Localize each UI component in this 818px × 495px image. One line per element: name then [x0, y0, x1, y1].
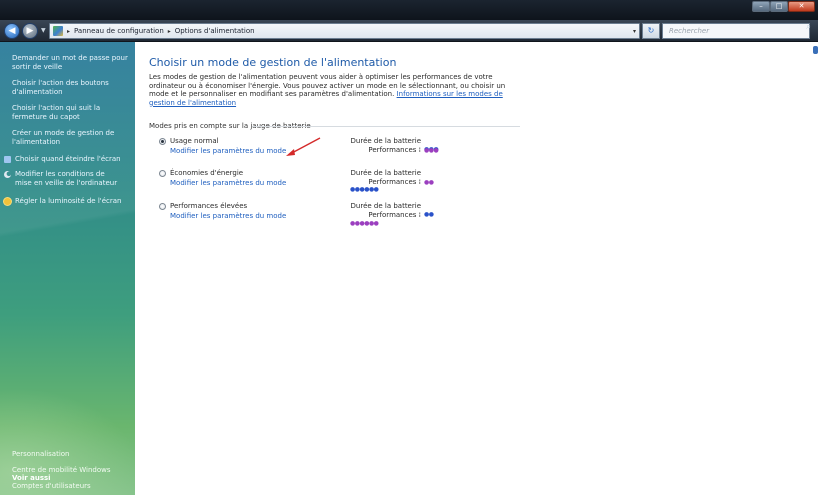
title-bar: – □ ✕ [0, 0, 818, 20]
plan-settings-link[interactable]: Modifier les paramètres du mode [170, 179, 286, 187]
minimize-icon: – [759, 2, 763, 10]
sidebar-link-label: Choisir quand éteindre l'écran [15, 155, 121, 163]
breadcrumb[interactable]: ▸ Panneau de configuration ▸ Options d'a… [49, 23, 640, 39]
back-button[interactable]: ◀ [4, 23, 20, 39]
sidebar-link-brightness[interactable]: Régler la luminosité de l'écran [4, 197, 122, 206]
annotation-arrow-icon [286, 137, 321, 156]
performance-dots: ●● [424, 179, 434, 186]
task-sidebar: Demander un mot de passe pour sortir de … [0, 42, 135, 495]
sidebar-link-power-buttons[interactable]: Choisir l'action des boutons d'alimentat… [12, 79, 130, 96]
see-also-link-personalization[interactable]: Personnalisation [12, 450, 69, 458]
search-input[interactable]: Rechercher [662, 23, 810, 39]
sidebar-link-lid-close[interactable]: Choisir l'action qui suit la fermeture d… [12, 104, 130, 121]
maximize-icon: □ [775, 2, 783, 10]
battery-dots: ●●●●●● [350, 186, 379, 193]
page-title: Choisir un mode de gestion de l'alimenta… [149, 56, 397, 69]
plan-high-performance: Performances élevées Modifier les paramè… [159, 202, 519, 230]
performance-label: Performances : [368, 146, 421, 154]
help-icon[interactable] [813, 46, 818, 54]
sidebar-link-password-on-wake[interactable]: Demander un mot de passe pour sortir de … [12, 54, 130, 71]
forward-button[interactable]: ▶ [22, 23, 38, 39]
sun-icon [4, 198, 11, 205]
intro-text: Les modes de gestion de l'alimentation p… [149, 73, 521, 107]
plan-name[interactable]: Performances élevées [170, 202, 247, 210]
main-content: Choisir un mode de gestion de l'alimenta… [135, 42, 818, 495]
sidebar-link-label: Régler la luminosité de l'écran [15, 197, 122, 205]
close-icon: ✕ [798, 2, 805, 10]
see-also-link-mobility-center[interactable]: Centre de mobilité Windows [12, 466, 111, 474]
performance-rating: Performances : ●●● [347, 146, 447, 154]
control-panel-icon [53, 26, 63, 36]
search-placeholder: Rechercher [669, 27, 710, 35]
refresh-button[interactable]: ↻ [642, 23, 660, 39]
window-controls: – □ ✕ [752, 1, 815, 12]
plan-radio-power-saver[interactable] [159, 170, 166, 177]
performance-label: Performances : [368, 211, 421, 219]
back-arrow-icon: ◀ [8, 26, 16, 36]
maximize-button[interactable]: □ [770, 1, 788, 12]
performance-label: Performances : [368, 178, 421, 186]
search-icon[interactable]: ⌕ [806, 22, 816, 32]
sidebar-link-display-off[interactable]: Choisir quand éteindre l'écran [4, 155, 122, 164]
address-bar: ◀ ▶ ▼ ▸ Panneau de configuration ▸ Optio… [0, 20, 818, 42]
address-dropdown-icon[interactable]: ▾ [633, 28, 636, 35]
plan-name[interactable]: Économies d'énergie [170, 169, 243, 177]
plan-balanced: Usage normal Modifier les paramètres du … [159, 137, 519, 165]
display-icon [4, 156, 11, 163]
plan-name[interactable]: Usage normal [170, 137, 219, 145]
plan-radio-balanced[interactable] [159, 138, 166, 145]
breadcrumb-item-control-panel[interactable]: Panneau de configuration [74, 27, 164, 35]
moon-icon [4, 171, 11, 178]
performance-rating: Performances : ●● [347, 178, 447, 186]
sidebar-link-create-plan[interactable]: Créer un mode de gestion de l'alimentati… [12, 129, 130, 146]
plan-radio-high-performance[interactable] [159, 203, 166, 210]
performance-rating: Performances :●●●●●● [347, 211, 447, 227]
performance-dots: ●●● [424, 147, 439, 154]
performance-dots: ●●●●●● [350, 220, 379, 227]
breadcrumb-separator-icon[interactable]: ▸ [67, 28, 70, 35]
plan-power-saver: Économies d'énergie Modifier les paramèt… [159, 169, 519, 197]
history-dropdown-icon[interactable]: ▼ [41, 27, 46, 34]
see-also-link-user-accounts[interactable]: Comptes d'utilisateurs [12, 482, 91, 490]
see-also-heading: Voir aussi [12, 474, 51, 482]
sidebar-link-label: Modifier les conditions de mise en veill… [15, 170, 118, 187]
forward-arrow-icon: ▶ [26, 26, 34, 36]
minimize-button[interactable]: – [752, 1, 770, 12]
refresh-icon: ↻ [647, 26, 655, 35]
close-button[interactable]: ✕ [788, 1, 815, 12]
sidebar-link-sleep[interactable]: Modifier les conditions de mise en veill… [4, 170, 122, 187]
breadcrumb-separator-icon[interactable]: ▸ [168, 28, 171, 35]
breadcrumb-item-power-options[interactable]: Options d'alimentation [175, 27, 255, 35]
plan-settings-link[interactable]: Modifier les paramètres du mode [170, 212, 286, 220]
